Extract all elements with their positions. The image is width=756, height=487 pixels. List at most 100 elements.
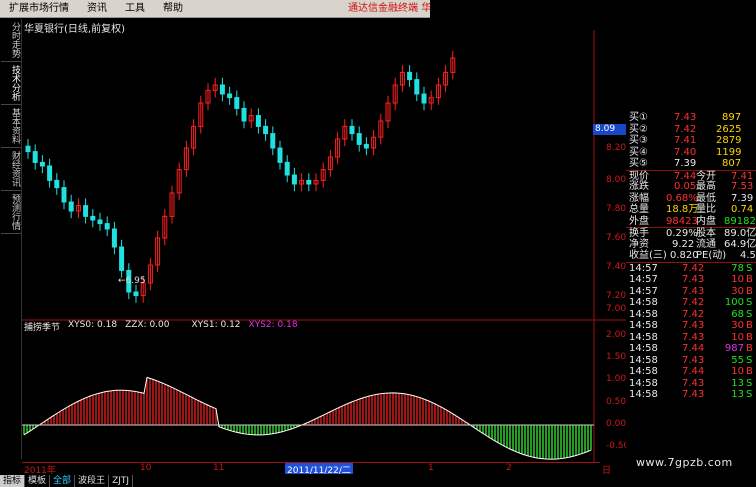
tick-volume: 100	[724, 297, 744, 308]
price-axis-label: 7.40	[606, 262, 627, 272]
date-jan: 1	[428, 463, 434, 473]
tab-fundamentals[interactable]: 基本资料	[1, 105, 21, 148]
tick-list[interactable]: 14:57 7.42 78 S 14:57 7.43 10 B 14:57 7.43 30 B 14:5…	[626, 261, 756, 401]
chart-area[interactable]	[22, 30, 627, 462]
price-axis-label: 7.00	[606, 304, 627, 314]
tab-news[interactable]: 财经资讯	[1, 148, 21, 191]
quote-buy-row: 买④ 7.40 1199	[629, 146, 742, 158]
tick-price: 7.43	[682, 320, 705, 331]
date-nov: 11	[213, 463, 225, 473]
tick-row: 14:58 7.43 55 S	[626, 355, 756, 367]
candle-body	[227, 93, 233, 99]
brand-title: 通达信金融终端 华	[348, 0, 431, 18]
candle-body	[68, 201, 74, 212]
ind-axis-label: 2.00	[606, 330, 627, 340]
kline-chart	[25, 50, 456, 303]
date-axis: 2011年 10 11 2011/11/22/二 1 2 日	[22, 462, 611, 476]
tab-technical[interactable]: 技术分析	[1, 62, 21, 105]
brand-text: 通达信金融终端	[348, 3, 418, 14]
tick-price: 7.43	[682, 354, 705, 366]
candle-body	[25, 145, 31, 153]
quote-buy-row: 买① 7.43 897	[629, 112, 742, 123]
tick-price: 7.42	[682, 297, 705, 308]
tick-time: 14:58	[629, 343, 658, 354]
tick-direction: B	[746, 274, 753, 285]
tick-row: 14:58 7.43 10 B	[626, 332, 756, 344]
candle-body	[414, 79, 420, 95]
candle-body	[363, 143, 369, 149]
ind-axis-label: 1.50	[606, 352, 627, 362]
menu-help[interactable]: 帮助	[154, 0, 192, 18]
tick-time: 14:58	[629, 297, 658, 308]
tab-all[interactable]: 全部	[50, 474, 76, 487]
menu-news[interactable]: 资讯	[78, 0, 116, 18]
tab-indicator[interactable]: 指标	[0, 474, 26, 487]
watermark: www.7gpzb.com	[636, 456, 733, 469]
tick-time: 14:58	[629, 331, 658, 343]
tab-zjtj[interactable]: ZJTJ	[109, 474, 134, 487]
tab-forecast[interactable]: 预测行情	[1, 191, 21, 234]
tick-row: 14:57 7.43 10 B	[626, 274, 756, 286]
tab-intraday[interactable]: 分时走势	[1, 19, 21, 62]
tick-price: 7.42	[682, 262, 705, 274]
tick-volume: 78	[731, 262, 744, 274]
candle-body	[284, 161, 290, 176]
tick-price: 7.43	[682, 389, 705, 400]
ind-axis-label: 1.00	[606, 374, 627, 384]
bottom-tab-bar: 指标 模板 全部 波段王 ZJTJ	[0, 474, 600, 487]
quote-row: 换手 0.29% 股本 89.0亿	[626, 227, 756, 239]
candle-body	[90, 215, 96, 221]
tick-row: 14:58 7.42 68 S	[626, 309, 756, 321]
menu-market[interactable]: 扩展市场行情	[0, 0, 78, 18]
candle-body	[263, 125, 269, 135]
tick-price: 7.43	[682, 274, 705, 285]
tick-direction: S	[746, 262, 753, 274]
candle-body	[219, 84, 225, 95]
candle-body	[54, 179, 60, 189]
tick-price: 7.43	[682, 377, 705, 389]
candle-body	[241, 107, 247, 122]
price-axis-label: 8.20	[606, 143, 627, 153]
candle-body	[407, 71, 413, 81]
tick-price: 7.43	[682, 285, 705, 297]
tick-time: 14:58	[629, 308, 658, 320]
date-feb: 2	[506, 463, 512, 473]
quote-row: 收益(三) 0.820 PE(动) 4.5	[629, 250, 756, 261]
tick-direction: B	[746, 343, 753, 354]
candle-body	[255, 115, 261, 127]
tick-row: 14:58 7.44 987 B	[626, 343, 756, 355]
tick-direction: S	[746, 297, 753, 308]
tab-template[interactable]: 模板	[25, 474, 51, 487]
candle-body	[291, 174, 297, 185]
tick-direction: B	[746, 285, 753, 297]
tick-row: 14:57 7.43 30 B	[626, 286, 756, 298]
quote-row: 总量 18.8万 量比 0.74	[629, 204, 754, 215]
quote-row: 现价 7.44 今开 7.41	[626, 169, 756, 182]
tick-time: 14:57	[629, 285, 658, 297]
quote-row: 外盘 98423 内盘 89182	[629, 215, 756, 227]
menu-tools[interactable]: 工具	[116, 0, 154, 18]
tick-row: 14:58 7.43 30 B	[626, 320, 756, 332]
ind-axis-label: 0.00	[606, 419, 627, 429]
candle-body	[133, 291, 139, 297]
tick-time: 14:58	[629, 377, 658, 389]
candle-body	[97, 219, 103, 225]
quote-row: 涨幅 0.68% 最低 7.39	[629, 192, 754, 204]
tick-volume: 10	[731, 274, 744, 285]
zzx-label: ZZX: 0.00	[125, 320, 170, 330]
tick-time: 14:58	[629, 354, 658, 366]
xys1-label: XYS1: 0.12	[191, 320, 241, 330]
indicator-chart	[22, 376, 594, 460]
tab-wave-king[interactable]: 波段王	[75, 474, 110, 487]
quote-buy-row: 买③ 7.41 2879	[629, 135, 742, 146]
quote-row: 涨跌 0.05 最高 7.53	[629, 181, 754, 192]
side-tab-bar: 分时走势 技术分析 基本资料 财经资讯 预测行情	[0, 19, 22, 459]
tick-volume: 10	[731, 366, 744, 377]
candle-body	[39, 161, 45, 167]
price-axis-label: 7.80	[606, 204, 627, 214]
tick-time: 14:57	[629, 274, 658, 285]
tick-direction: S	[746, 389, 753, 400]
tick-time: 14:57	[629, 262, 658, 274]
tick-direction: B	[746, 331, 753, 343]
tick-direction: B	[746, 366, 753, 377]
